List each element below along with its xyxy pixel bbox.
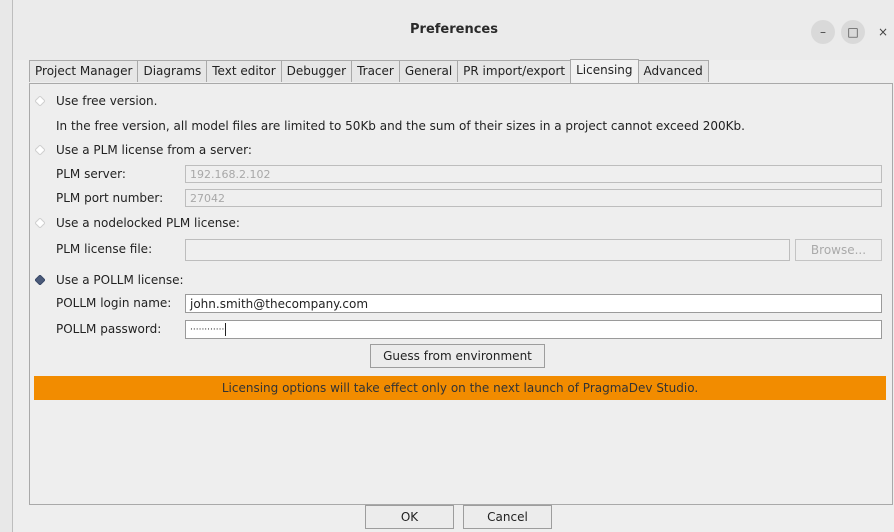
tab-licensing[interactable]: Licensing [570, 59, 639, 83]
title-bar[interactable]: Preferences – □ × [13, 0, 894, 60]
radio-diamond-icon [35, 145, 45, 155]
close-button[interactable]: × [871, 20, 894, 44]
licensing-notice-banner: Licensing options will take effect only … [34, 376, 886, 400]
window-title: Preferences [410, 22, 498, 37]
licensing-panel: Use free version. In the free version, a… [29, 83, 893, 505]
free-version-description: In the free version, all model files are… [56, 119, 745, 133]
radio-diamond-icon [35, 218, 45, 228]
plm-server-label: PLM server: [56, 167, 126, 181]
free-version-radio[interactable] [35, 96, 45, 106]
tab-tracer[interactable]: Tracer [351, 60, 400, 82]
plm-server-radio[interactable] [35, 145, 45, 155]
tab-text-editor[interactable]: Text editor [206, 60, 282, 82]
tab-debugger[interactable]: Debugger [280, 60, 353, 82]
plm-server-input[interactable]: 192.168.2.102 [185, 165, 882, 183]
plm-license-file-input[interactable] [185, 239, 790, 261]
plm-server-option-label: Use a PLM license from a server: [56, 143, 252, 157]
tab-bar: Project Manager Diagrams Text editor Deb… [29, 59, 709, 83]
pollm-option-label: Use a POLLM license: [56, 273, 184, 287]
tab-general[interactable]: General [398, 60, 459, 82]
plm-port-input[interactable]: 27042 [185, 189, 882, 207]
text-caret [225, 323, 227, 336]
free-version-label: Use free version. [56, 94, 158, 108]
ok-button[interactable]: OK [365, 505, 454, 529]
nodelocked-option-label: Use a nodelocked PLM license: [56, 216, 240, 230]
cancel-button[interactable]: Cancel [463, 505, 552, 529]
password-mask: ············ [190, 325, 225, 335]
pollm-login-label: POLLM login name: [56, 296, 172, 310]
nodelocked-radio[interactable] [35, 218, 45, 228]
tab-pr-import-export[interactable]: PR import/export [457, 60, 572, 82]
preferences-window: Preferences – □ × Project Manager Diagra… [12, 0, 894, 532]
minimize-button[interactable]: – [811, 20, 835, 44]
radio-diamond-selected-icon [35, 275, 45, 285]
pollm-password-label: POLLM password: [56, 322, 162, 336]
tab-diagrams[interactable]: Diagrams [137, 60, 208, 82]
pollm-password-input[interactable]: ············ [185, 320, 882, 339]
guess-from-environment-button[interactable]: Guess from environment [370, 344, 545, 368]
plm-license-file-label: PLM license file: [56, 242, 153, 256]
radio-diamond-icon [35, 96, 45, 106]
plm-port-label: PLM port number: [56, 191, 164, 205]
tab-advanced[interactable]: Advanced [637, 60, 709, 82]
pollm-login-input[interactable]: john.smith@thecompany.com [185, 294, 882, 313]
browse-button[interactable]: Browse... [795, 239, 882, 261]
maximize-button[interactable]: □ [841, 20, 865, 44]
tab-project-manager[interactable]: Project Manager [29, 60, 139, 82]
pollm-radio[interactable] [35, 275, 45, 285]
